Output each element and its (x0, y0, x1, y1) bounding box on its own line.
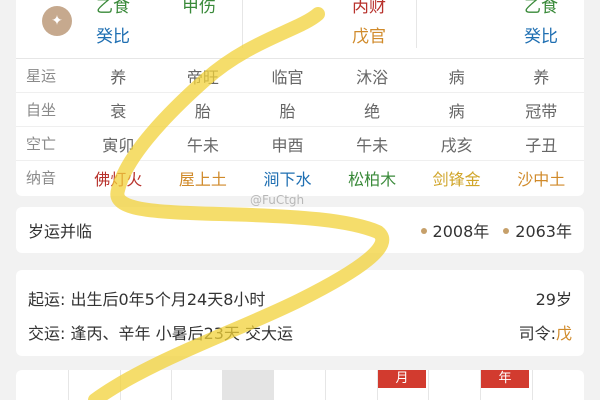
suiyun-title: 岁运并临 (28, 222, 93, 241)
current-column-highlight (222, 370, 274, 400)
year-item: 2063年 (503, 218, 572, 242)
cell: 病 (448, 67, 465, 87)
nayin-cell: 屋上土 (178, 169, 227, 189)
nayin-cell: 松柏木 (348, 169, 397, 189)
column-divider (171, 370, 172, 400)
cell: 胎 (279, 101, 296, 121)
qiyun-text: 起运: 出生后0年5个月24天8小时 (28, 290, 266, 309)
grid-row-kongwang: 空亡 寅卯 午未 申酉 午未 戌亥 子丑 (16, 126, 584, 160)
year-tag: 年 (481, 370, 529, 388)
siling: 司令:戊 (519, 320, 572, 344)
cell: 养 (533, 67, 550, 87)
cell: 临官 (271, 67, 304, 87)
column-divider (325, 370, 326, 400)
column-divider (532, 370, 533, 400)
nayin-cell: 涧下水 (263, 169, 312, 189)
jiaoyun-text: 交运: 逢丙、辛年 小暑后23天 交大运 (28, 324, 294, 343)
column-divider (68, 370, 69, 400)
hidden-god-3: 癸比 (524, 27, 558, 47)
nayin-cell: 沙中土 (517, 169, 566, 189)
suiyun-card[interactable]: 岁运并临 2008年 2063年 (16, 207, 584, 253)
grid-row-zizuo: 自坐 衰 胎 胎 绝 病 冠带 (16, 92, 584, 126)
cell: 衰 (110, 101, 127, 121)
column-divider (416, 0, 417, 48)
pillars-card: ✦ 乙食 甲伤 丙财 乙食 癸比 戊官 癸比 星运 养 帝旺 临官 沐浴 病 养… (16, 0, 584, 196)
qiyun-line: 起运: 出生后0年5个月24天8小时 29岁 (28, 286, 572, 310)
partial-god-right1: 丙财 (352, 0, 386, 17)
cell: 养 (110, 67, 127, 87)
cell: 子丑 (525, 135, 558, 155)
hidden-god-2: 戊官 (352, 27, 386, 47)
month-tag: 月 (378, 370, 426, 388)
siling-value: 戊 (555, 324, 572, 343)
qiyun-card: 起运: 出生后0年5个月24天8小时 29岁 交运: 逢丙、辛年 小暑后23天 … (16, 270, 584, 356)
year-item: 2008年 (420, 218, 490, 242)
cell: 午未 (356, 135, 389, 155)
dayun-table: 月 年 (16, 370, 584, 400)
column-divider (242, 0, 243, 48)
row-label: 纳音 (26, 169, 57, 187)
nayin-cell: 剑锋金 (432, 169, 481, 189)
dot-icon (420, 227, 427, 234)
row-label: 自坐 (26, 101, 57, 119)
nayin-cell: 佛灯火 (94, 169, 143, 189)
column-divider (120, 370, 121, 400)
watermark: @FuCtgh (250, 193, 305, 207)
cell: 绝 (364, 101, 381, 121)
row-label: 空亡 (26, 135, 57, 153)
year-text: 2008年 (432, 222, 490, 241)
cell: 病 (448, 101, 465, 121)
suiyun-years: 2008年 2063年 (420, 218, 572, 242)
partial-god-mid: 甲伤 (182, 0, 216, 17)
grid-row-nayin: 纳音 佛灯火 屋上土 涧下水 松柏木 剑锋金 沙中土 (16, 160, 584, 194)
pin-icon[interactable]: ✦ (42, 6, 72, 36)
row-label: 星运 (26, 67, 57, 85)
cell: 沐浴 (356, 67, 389, 87)
qiyun-age: 29岁 (535, 290, 572, 309)
cell: 戌亥 (440, 135, 473, 155)
cell: 午未 (186, 135, 219, 155)
siling-label: 司令: (518, 324, 556, 343)
partial-god-right2: 乙食 (524, 0, 558, 17)
cell: 寅卯 (102, 135, 135, 155)
column-divider (428, 370, 429, 400)
jiaoyun-line: 交运: 逢丙、辛年 小暑后23天 交大运 司令:戊 (28, 320, 572, 344)
partial-god-left: 乙食 (96, 0, 130, 17)
cell: 帝旺 (186, 67, 219, 87)
pillar-attributes-grid: 星运 养 帝旺 临官 沐浴 病 养 自坐 衰 胎 胎 绝 病 冠带 空亡 寅卯 … (16, 58, 584, 194)
dot-icon (503, 227, 510, 234)
grid-row-xingyun: 星运 养 帝旺 临官 沐浴 病 养 (16, 58, 584, 92)
hidden-god-1: 癸比 (96, 27, 130, 47)
cell: 申酉 (271, 135, 304, 155)
year-text: 2063年 (515, 222, 572, 241)
cell: 胎 (194, 101, 211, 121)
cell: 冠带 (525, 101, 558, 121)
